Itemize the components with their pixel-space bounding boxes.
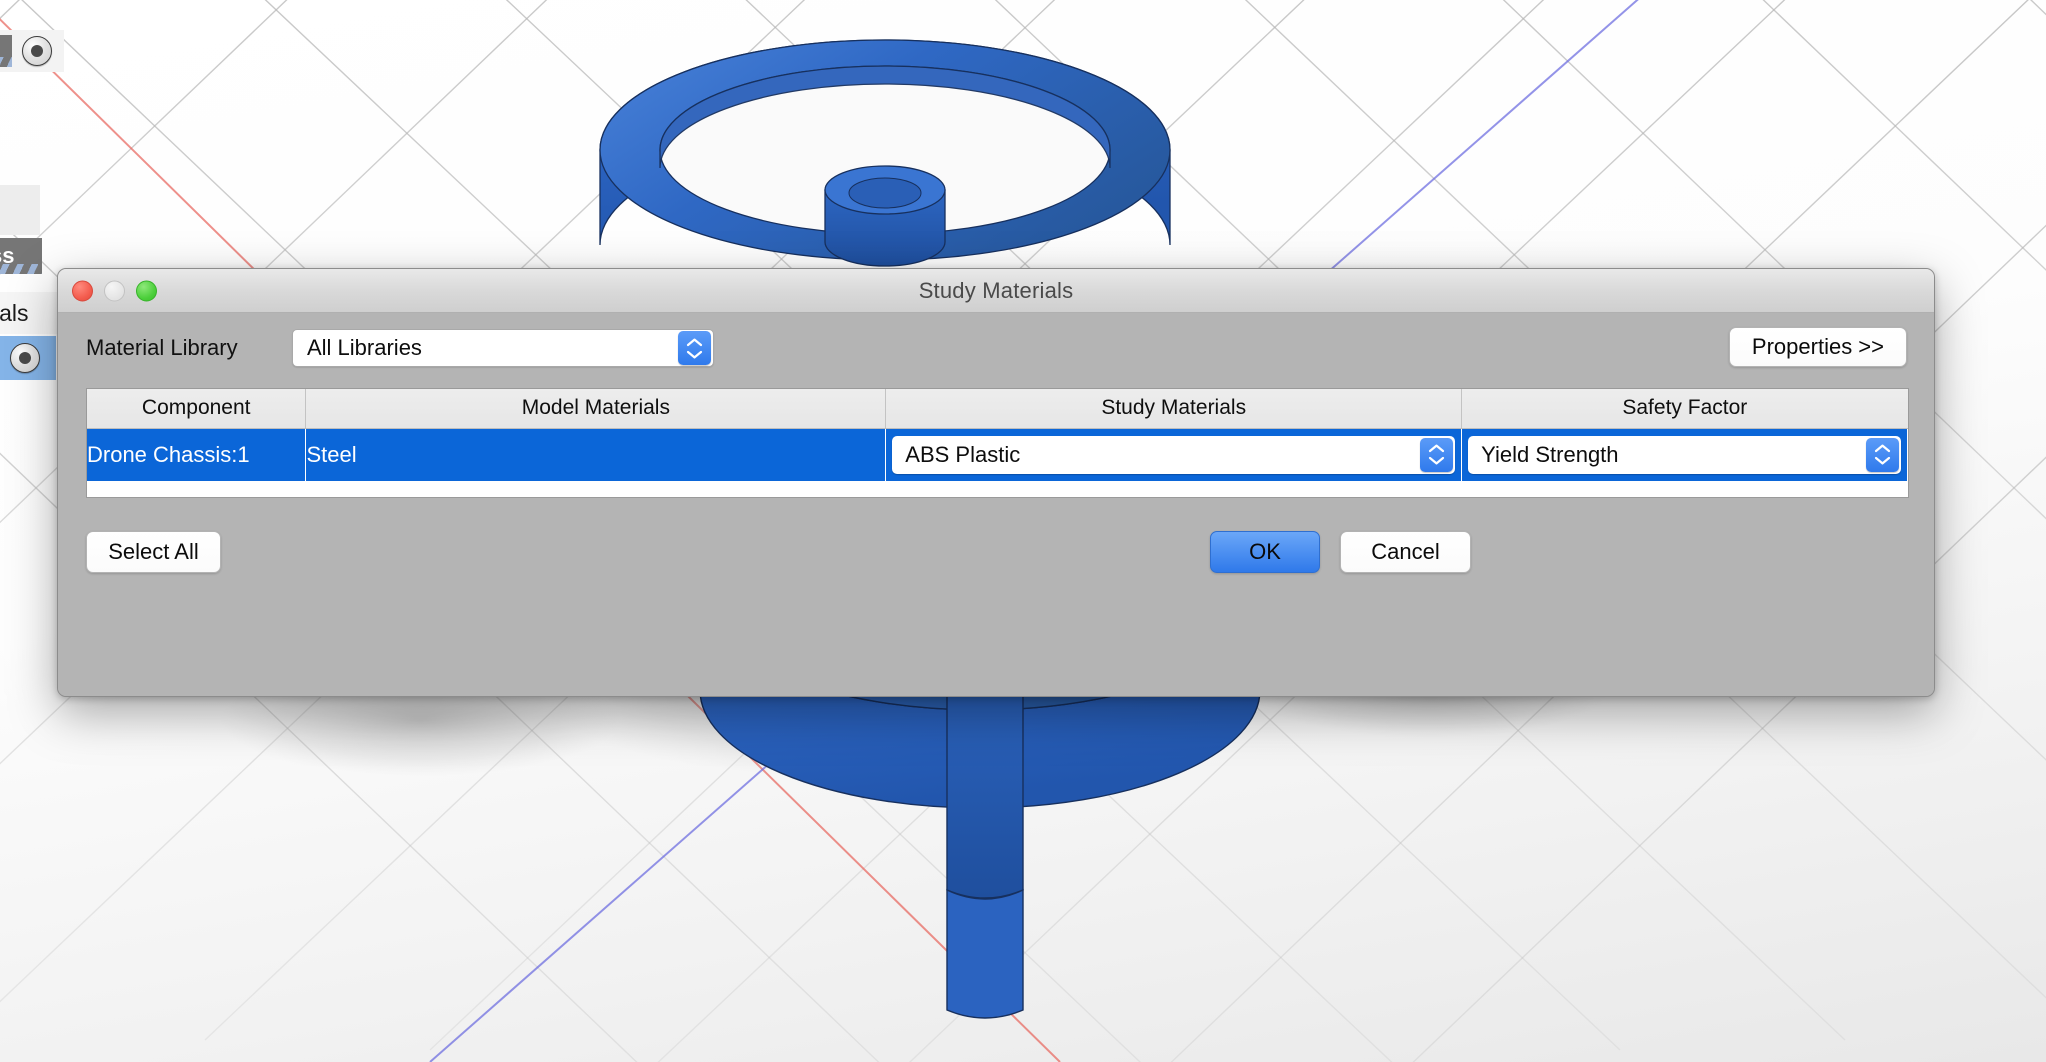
properties-button[interactable]: Properties >>	[1728, 327, 1907, 367]
cell-component: Drone Chassis:1	[87, 428, 307, 481]
hatch-decoration	[0, 264, 42, 274]
tree-item-selected[interactable]	[0, 336, 56, 380]
select-all-button[interactable]: Select All	[86, 531, 221, 573]
propeller-ring-top	[599, 39, 1171, 267]
dialog-title: Study Materials	[918, 277, 1074, 303]
study-material-value: ABS Plastic	[905, 441, 1021, 467]
radio-icon[interactable]	[22, 36, 52, 66]
safety-factor-select[interactable]: Yield Strength	[1468, 435, 1901, 474]
minimize-button[interactable]	[104, 280, 125, 301]
table-row[interactable]: Drone Chassis:1 Steel ABS Plastic Yield …	[87, 428, 1908, 481]
materials-table: Component Model Materials Study Material…	[86, 388, 1909, 498]
table-empty-area[interactable]	[87, 481, 1908, 497]
tree-item-materials-label: ials	[0, 299, 29, 326]
dialog-body: Material Library All Libraries Propertie…	[58, 313, 1934, 696]
column-header-model-materials[interactable]: Model Materials	[305, 389, 887, 429]
chevron-updown-icon[interactable]	[1420, 437, 1454, 472]
cell-study-material: ABS Plastic	[885, 428, 1463, 481]
ok-button[interactable]: OK	[1210, 531, 1320, 573]
table-header-row: Component Model Materials Study Material…	[87, 389, 1908, 429]
cell-model-material: Steel	[305, 428, 887, 481]
cancel-button[interactable]: Cancel	[1340, 531, 1471, 573]
dialog-titlebar[interactable]: Study Materials	[58, 269, 1934, 313]
zoom-button[interactable]	[136, 280, 157, 301]
close-button[interactable]	[72, 280, 93, 301]
column-header-component[interactable]: Component	[87, 389, 307, 429]
study-material-select[interactable]: ABS Plastic	[892, 435, 1456, 474]
tree-item-blank	[0, 185, 40, 235]
material-library-value: All Libraries	[307, 335, 422, 360]
window-controls	[72, 280, 157, 301]
material-library-label: Material Library	[86, 335, 238, 360]
column-header-study-materials[interactable]: Study Materials	[885, 389, 1463, 429]
safety-factor-value: Yield Strength	[1481, 441, 1619, 467]
column-header-safety-factor[interactable]: Safety Factor	[1461, 389, 1908, 429]
chevron-updown-icon[interactable]	[1866, 437, 1899, 472]
tree-item-materials[interactable]: ials	[0, 292, 60, 334]
hatch-decoration	[0, 57, 12, 67]
tree-item-top[interactable]: 1	[0, 30, 64, 72]
study-materials-dialog: Study Materials Material Library All Lib…	[57, 268, 1935, 697]
material-library-row: Material Library All Libraries	[58, 325, 1934, 371]
material-library-select[interactable]: All Libraries	[292, 329, 714, 367]
chevron-updown-icon[interactable]	[678, 331, 711, 365]
cell-safety-factor: Yield Strength	[1461, 428, 1908, 481]
radio-icon[interactable]	[10, 343, 40, 373]
tree-item-mid[interactable]: ss	[0, 238, 42, 274]
